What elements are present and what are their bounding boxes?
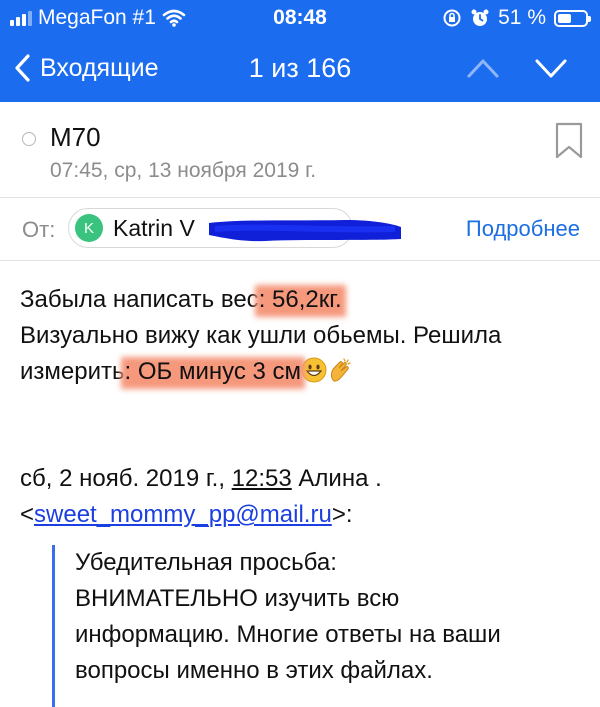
status-right: 51 % bbox=[442, 6, 591, 30]
details-link[interactable]: Подробнее bbox=[466, 216, 580, 242]
message-body: Забыла написать вес: 56,2кг. Визуально в… bbox=[20, 282, 590, 390]
measure-highlight: : ОБ минус 3 см bbox=[120, 354, 306, 390]
back-button[interactable]: Входящие bbox=[14, 50, 159, 86]
email-bracket-close: >: bbox=[331, 501, 353, 528]
quote-author: Алина . bbox=[291, 465, 382, 492]
battery-icon bbox=[554, 9, 591, 27]
sender-name: Katrin V bbox=[113, 214, 195, 241]
next-message-button[interactable] bbox=[534, 53, 568, 83]
email-bracket-open: < bbox=[20, 501, 35, 528]
status-bar: MegaFon #1 08:48 51 % bbox=[0, 0, 600, 36]
sender-row: От: K Katrin V o Подробнее bbox=[0, 198, 600, 261]
body-weight-prefix: Забыла написать вес bbox=[20, 286, 259, 313]
battery-fill bbox=[558, 13, 572, 23]
quoted-message: Убедительная просьба: ВНИМАТЕЛЬНО изучит… bbox=[52, 545, 592, 707]
quote-line-4: вопросы именно в этих файлах. bbox=[75, 657, 433, 684]
message-header: М70 07:45, ср, 13 ноября 2019 г. bbox=[0, 102, 600, 198]
back-label: Входящие bbox=[40, 53, 159, 82]
battery-percent: 51 % bbox=[498, 6, 546, 29]
redaction-scribble bbox=[209, 220, 401, 242]
body-line-1: Забыла написать вес: 56,2кг. bbox=[20, 282, 590, 318]
previous-message-button[interactable] bbox=[466, 53, 500, 83]
clapping-hands-icon bbox=[331, 358, 351, 382]
read-status-icon[interactable] bbox=[22, 132, 36, 146]
weight-highlight-text: : 56,2кг. bbox=[258, 286, 342, 313]
chevron-left-icon bbox=[15, 54, 30, 82]
sender-chip[interactable]: K Katrin V o bbox=[68, 208, 401, 248]
quote-time-link[interactable]: 12:53 bbox=[232, 465, 292, 492]
body-line-3: измерить: ОБ минус 3 см bbox=[20, 354, 590, 390]
from-label: От: bbox=[22, 217, 56, 242]
quote-intro: сб, 2 нояб. 2019 г., 12:53 Алина . <swee… bbox=[20, 461, 590, 533]
body-line-2: Визуально вижу как ушли обьемы. Решила bbox=[20, 322, 502, 349]
quote-line-2: ВНИМАТЕЛЬНО изучить всю bbox=[75, 585, 400, 612]
body-measure-prefix: измерить bbox=[20, 358, 125, 385]
message-date: 07:45, ср, 13 ноября 2019 г. bbox=[50, 159, 317, 182]
quote-line-1: Убедительная просьба: bbox=[75, 549, 337, 576]
sender-email-link[interactable]: sweet_mommy_pp@mail.ru bbox=[34, 501, 332, 528]
message-subject: М70 bbox=[50, 122, 101, 152]
quote-intro-line-2: <sweet_mommy_pp@mail.ru>: bbox=[20, 497, 590, 533]
app-header: MegaFon #1 08:48 51 % Входящие 1 из 166 bbox=[0, 0, 600, 102]
nav-bar: Входящие 1 из 166 bbox=[0, 36, 600, 102]
quote-line-3: информацию. Многие ответы на ваши bbox=[75, 621, 501, 648]
measure-highlight-text: : ОБ минус 3 см bbox=[124, 358, 302, 385]
alarm-icon bbox=[471, 9, 489, 26]
quote-intro-line-1: сб, 2 нояб. 2019 г., 12:53 Алина . bbox=[20, 461, 590, 497]
avatar: K bbox=[75, 214, 103, 242]
quote-date: сб, 2 нояб. 2019 г., bbox=[20, 465, 232, 492]
weight-highlight: : 56,2кг. bbox=[254, 282, 346, 318]
bookmark-icon[interactable] bbox=[554, 122, 584, 160]
orientation-lock-icon bbox=[443, 9, 461, 27]
